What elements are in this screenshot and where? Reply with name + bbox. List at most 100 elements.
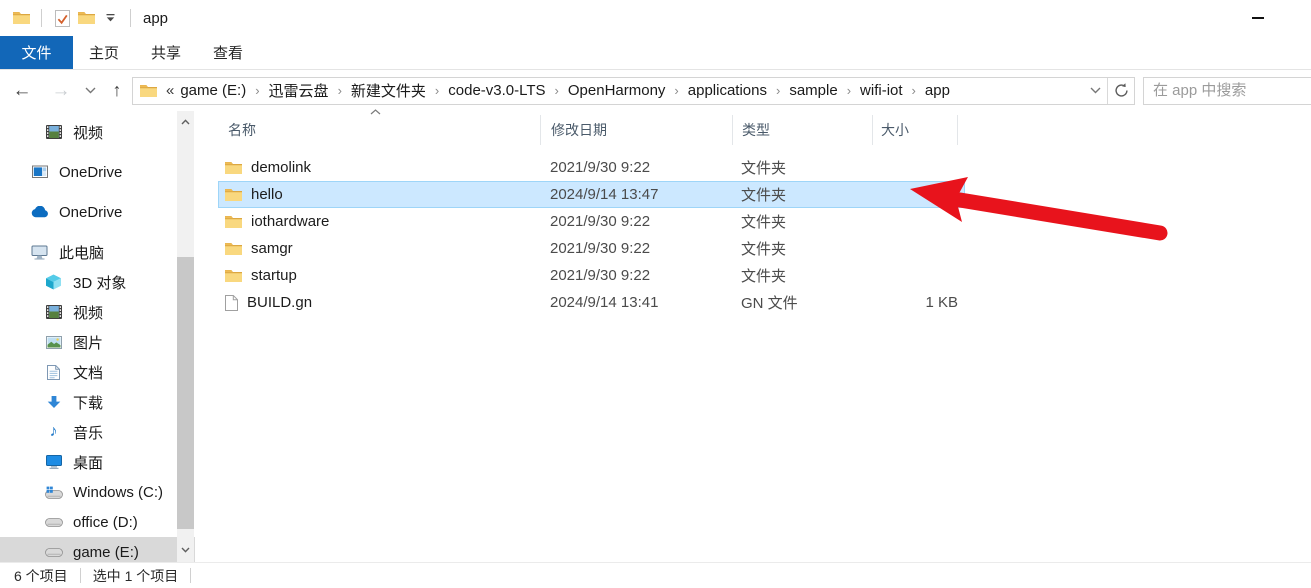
navigation-pane: 视频OneDriveOneDrive此电脑3D 对象视频图片文档下载♪音乐桌面W… — [0, 111, 195, 562]
breadcrumb-chevron-icon[interactable]: › — [249, 83, 265, 98]
search-input[interactable] — [1143, 77, 1311, 105]
sidebar-item-label: 下载 — [73, 392, 103, 413]
file-row-0[interactable]: demolink2021/9/30 9:22文件夹 — [218, 154, 965, 181]
minimize-button[interactable] — [1236, 8, 1280, 28]
file-name-cell: BUILD.gn — [218, 294, 540, 311]
breadcrumb-chevron-icon[interactable]: › — [549, 83, 565, 98]
sidebar-item-9[interactable]: ♪音乐 — [0, 417, 195, 447]
drive-icon — [44, 518, 63, 527]
drive-icon — [44, 548, 63, 557]
sidebar-item-4[interactable]: 3D 对象 — [0, 267, 195, 297]
qat-dropdown-icon — [106, 14, 115, 22]
breadcrumb-item[interactable]: 迅雷云盘 — [266, 80, 332, 101]
breadcrumb-item[interactable]: app — [922, 82, 953, 99]
sidebar-item-12[interactable]: office (D:) — [0, 507, 195, 537]
breadcrumb-chevron-icon[interactable]: › — [841, 83, 857, 98]
breadcrumb-item[interactable]: 新建文件夹 — [348, 80, 429, 101]
sidebar-item-6[interactable]: 图片 — [0, 327, 195, 357]
file-row-4[interactable]: startup2021/9/30 9:22文件夹 — [218, 262, 965, 289]
recent-locations-button[interactable] — [78, 76, 102, 106]
breadcrumb-item[interactable]: wifi-iot — [857, 82, 906, 99]
download-icon — [44, 396, 63, 409]
sidebar-item-11[interactable]: Windows (C:) — [0, 477, 195, 507]
sidebar-item-10[interactable]: 桌面 — [0, 447, 195, 477]
refresh-button[interactable] — [1107, 78, 1134, 104]
scroll-down-icon[interactable] — [177, 543, 194, 557]
sidebar-item-0[interactable]: 视频 — [0, 117, 195, 147]
status-separator — [80, 568, 81, 583]
sidebar-item-1[interactable]: OneDrive — [0, 157, 195, 187]
ribbon-tab-3[interactable]: 查看 — [197, 36, 259, 69]
breadcrumb-item[interactable]: sample — [786, 82, 840, 99]
breadcrumb-chevron-icon[interactable]: › — [770, 83, 786, 98]
file-row-5[interactable]: BUILD.gn2024/9/14 13:41GN 文件1 KB — [218, 289, 965, 316]
file-name-cell: iothardware — [218, 213, 540, 230]
content-area: 视频OneDriveOneDrive此电脑3D 对象视频图片文档下载♪音乐桌面W… — [0, 111, 1311, 562]
windows-drive-icon — [44, 486, 63, 499]
scroll-up-icon[interactable] — [177, 115, 194, 129]
breadcrumb-chevron-icon[interactable]: › — [332, 83, 348, 98]
file-row-1[interactable]: hello2024/9/14 13:47文件夹 — [218, 181, 965, 208]
column-header-type[interactable]: 类型 — [732, 115, 872, 145]
file-name-cell: demolink — [218, 159, 540, 176]
back-button[interactable]: ← — [0, 76, 44, 106]
file-type: 文件夹 — [732, 157, 872, 178]
titlebar-separator — [130, 9, 131, 27]
folder-icon — [78, 11, 95, 25]
file-date: 2021/9/30 9:22 — [540, 213, 732, 230]
file-icon — [225, 295, 238, 311]
file-row-3[interactable]: samgr2021/9/30 9:22文件夹 — [218, 235, 965, 262]
breadcrumb-item[interactable]: code-v3.0-LTS — [445, 82, 548, 99]
column-header-name[interactable]: 名称 — [218, 115, 540, 145]
folder-icon — [225, 242, 242, 256]
sidebar-item-3[interactable]: 此电脑 — [0, 237, 195, 267]
sidebar-item-5[interactable]: 视频 — [0, 297, 195, 327]
folder-icon — [13, 11, 30, 25]
explorer-folder-icon[interactable] — [9, 6, 33, 30]
column-header-date[interactable]: 修改日期 — [540, 115, 732, 145]
cube-icon — [44, 274, 63, 290]
file-name: hello — [251, 186, 283, 203]
ribbon-tab-2[interactable]: 共享 — [135, 36, 197, 69]
nav-buttons: ← → ↑ — [0, 76, 132, 106]
address-dropdown-button[interactable] — [1083, 78, 1107, 104]
file-name-cell: samgr — [218, 240, 540, 257]
quick-access-toolbar-dropdown[interactable] — [98, 6, 122, 30]
ribbon-tab-0[interactable]: 文件 — [0, 36, 73, 69]
breadcrumb-item[interactable]: OpenHarmony — [565, 82, 669, 99]
breadcrumb-chevron-icon[interactable]: › — [906, 83, 922, 98]
file-name: startup — [251, 267, 297, 284]
file-name: iothardware — [251, 213, 329, 230]
caret-up-icon — [181, 119, 190, 125]
column-header-size[interactable]: 大小 — [872, 115, 958, 145]
file-name: samgr — [251, 240, 293, 257]
sidebar-item-7[interactable]: 文档 — [0, 357, 195, 387]
sidebar-item-label: 3D 对象 — [73, 272, 126, 293]
ribbon-tab-1[interactable]: 主页 — [73, 36, 135, 69]
breadcrumb-chevron-icon[interactable]: › — [429, 83, 445, 98]
breadcrumb-chevron-icon[interactable]: › — [668, 83, 684, 98]
sidebar-item-2[interactable]: OneDrive — [0, 197, 195, 227]
sidebar-item-label: game (E:) — [73, 544, 139, 561]
scrollbar-thumb[interactable] — [177, 257, 194, 529]
file-date: 2024/9/14 13:41 — [540, 294, 732, 311]
file-name-cell: hello — [218, 186, 540, 203]
navigation-toolbar: ← → ↑ « game (E:)›迅雷云盘›新建文件夹›code-v3.0-L… — [0, 70, 1311, 111]
properties-button[interactable] — [50, 6, 74, 30]
file-row-2[interactable]: iothardware2021/9/30 9:22文件夹 — [218, 208, 965, 235]
sidebar-item-8[interactable]: 下载 — [0, 387, 195, 417]
file-name: BUILD.gn — [247, 294, 312, 311]
onedrive-cloud-icon — [30, 206, 49, 218]
sidebar-item-label: 视频 — [73, 302, 103, 323]
up-button[interactable]: ↑ — [102, 76, 132, 106]
breadcrumb-overflow[interactable]: « — [163, 82, 177, 99]
breadcrumb-item[interactable]: applications — [685, 82, 770, 99]
titlebar-separator — [41, 9, 42, 27]
file-name-cell: startup — [218, 267, 540, 284]
forward-button[interactable]: → — [44, 76, 78, 106]
new-folder-button[interactable] — [74, 6, 98, 30]
folder-icon — [225, 161, 242, 175]
sidebar-scrollbar[interactable] — [177, 111, 194, 562]
breadcrumb-item[interactable]: game (E:) — [177, 82, 249, 99]
address-bar[interactable]: « game (E:)›迅雷云盘›新建文件夹›code-v3.0-LTS›Ope… — [132, 77, 1135, 105]
